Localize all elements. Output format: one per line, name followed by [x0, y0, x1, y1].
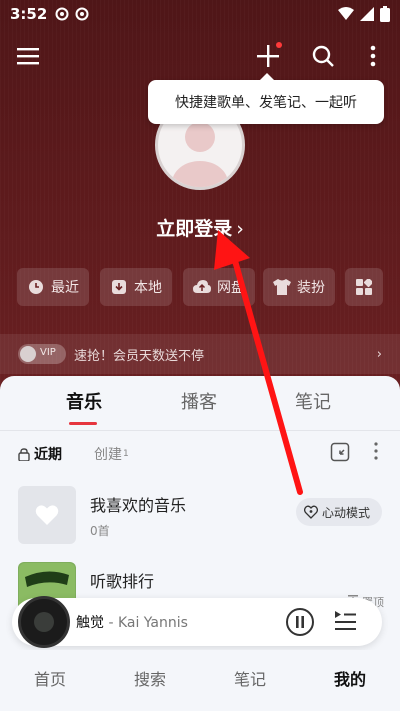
now-playing-artist: Kai Yannis [117, 615, 188, 631]
playlist-title: 我喜欢的音乐 [90, 496, 187, 515]
recent-label: 最近 [51, 280, 79, 296]
tooltip-text: 快捷建歌单、发笔记、一起听 [175, 95, 357, 111]
status-time: 3:52 [10, 5, 48, 23]
notification-dot [276, 42, 282, 48]
apps-grid-icon [356, 279, 372, 295]
playlist-item[interactable]: 我喜欢的音乐 0首 心动模式 [18, 486, 388, 546]
mini-player[interactable]: 触觉 - Kai Yannis [12, 596, 382, 648]
local-button[interactable]: 本地 [100, 268, 172, 306]
import-playlist-button[interactable] [330, 442, 350, 462]
more-vertical-icon [370, 45, 376, 67]
nav-search[interactable]: 搜索 [120, 666, 180, 690]
playlist-cover [18, 486, 76, 544]
heart-icon [35, 505, 59, 525]
wifi-icon [338, 7, 354, 20]
filter-created[interactable]: 创建 1 [94, 444, 129, 464]
shirt-icon [273, 279, 291, 295]
top-toolbar [0, 38, 400, 74]
search-button[interactable] [305, 38, 341, 74]
tab-music[interactable]: 音乐 [66, 388, 102, 414]
filter-recent[interactable]: 近期 [18, 444, 62, 464]
vip-badge: VIP [18, 344, 66, 364]
vip-promo-text: 速抢！会员天数送不停 [74, 348, 205, 364]
now-playing-cover [18, 596, 70, 648]
menu-button[interactable] [10, 38, 46, 74]
playlist-title: 听歌排行 [90, 572, 155, 591]
divider [0, 430, 400, 431]
heart-shield-icon [303, 505, 318, 519]
playlist-filter: 近期 创建 1 [18, 442, 388, 468]
playlist-queue-button[interactable] [334, 610, 358, 634]
clock-icon [29, 280, 43, 294]
cloud-upload-icon [193, 280, 211, 293]
import-icon [330, 442, 350, 462]
cloud-drive-label: 网盘 [217, 280, 245, 296]
chevron-right-icon: › [376, 346, 382, 362]
more-vertical-icon [374, 442, 378, 460]
pause-icon [296, 616, 304, 628]
login-link[interactable]: 立即登录 › [0, 214, 400, 241]
login-label: 立即登录 [156, 218, 233, 240]
nav-mine[interactable]: 我的 [320, 666, 380, 690]
netease-notification-icon [55, 7, 69, 21]
active-tab-indicator [69, 422, 97, 425]
recent-button[interactable]: 最近 [17, 268, 89, 306]
status-bar: 3:52 [0, 0, 400, 28]
library-tabs: 音乐 播客 笔记 [0, 388, 400, 428]
quick-create-tooltip: 快捷建歌单、发笔记、一起听 [148, 73, 384, 124]
cloud-drive-button[interactable]: 网盘 [183, 268, 255, 306]
more-options-button[interactable] [355, 38, 391, 74]
signal-icon [360, 7, 374, 21]
nav-home[interactable]: 首页 [20, 666, 80, 690]
now-playing-title: 触觉 - Kai Yannis [76, 615, 188, 631]
hamburger-menu-icon [17, 48, 39, 65]
download-box-icon [112, 280, 126, 294]
chevron-right-icon: › [236, 218, 244, 240]
dress-up-button[interactable]: 装扮 [263, 268, 335, 306]
pause-button[interactable] [286, 608, 314, 636]
battery-icon [380, 6, 390, 22]
tab-podcast[interactable]: 播客 [181, 388, 217, 414]
more-apps-button[interactable] [345, 268, 383, 306]
add-button[interactable] [250, 38, 286, 74]
vip-promo-banner[interactable]: VIP 速抢！会员天数送不停 › [0, 334, 400, 374]
lock-icon [18, 447, 30, 461]
nav-notes[interactable]: 笔记 [220, 666, 280, 690]
queue-list-icon [335, 611, 356, 630]
plus-icon [257, 45, 279, 67]
playlist-more-button[interactable] [374, 442, 378, 460]
created-count: 1 [123, 449, 129, 459]
playlist-count: 0首 [90, 524, 110, 538]
tab-notes[interactable]: 笔记 [295, 388, 331, 414]
netease-notification-icon [75, 7, 89, 21]
search-icon [312, 45, 334, 67]
local-label: 本地 [134, 280, 162, 296]
heartbeat-mode-button[interactable]: 心动模式 [295, 498, 382, 526]
dress-up-label: 装扮 [297, 280, 325, 296]
bottom-navigation: 首页 搜索 笔记 我的 [0, 650, 400, 711]
